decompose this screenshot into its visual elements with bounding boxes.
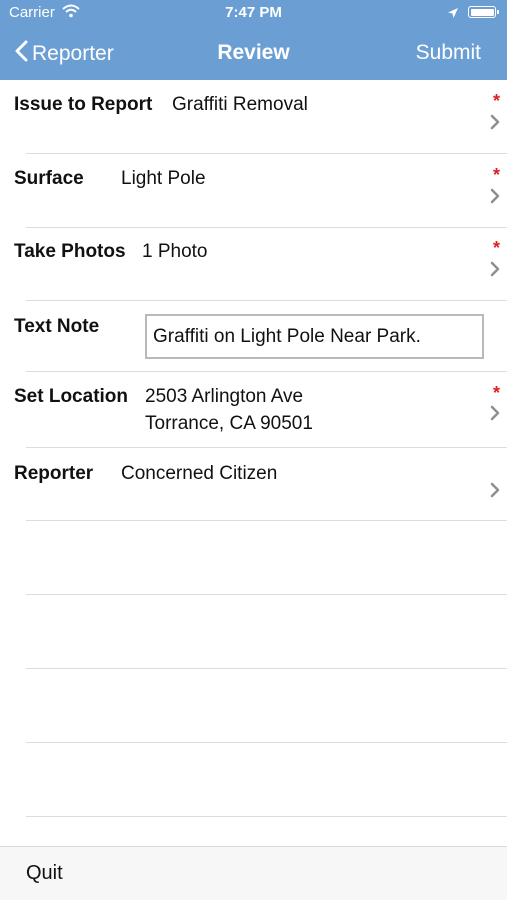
required-marker: * [492, 383, 500, 403]
empty-row-separator [26, 594, 507, 595]
row-value: Concerned Citizen [121, 463, 278, 484]
required-marker: * [492, 91, 500, 111]
row-separator [26, 520, 507, 521]
battery-icon [468, 6, 499, 18]
chevron-right-icon [490, 114, 500, 135]
required-marker: * [492, 238, 500, 258]
row-value: Light Pole [121, 168, 206, 189]
location-address-line2: Torrance, CA 90501 [145, 413, 313, 434]
row-take-photos[interactable]: Take Photos 1 Photo * [0, 228, 507, 300]
nav-bar: Reporter Review Submit [0, 30, 507, 76]
chevron-right-icon [490, 405, 500, 426]
row-issue-to-report[interactable]: Issue to Report Graffiti Removal * [0, 80, 507, 153]
chevron-right-icon [490, 482, 500, 503]
row-value: 1 Photo [142, 241, 208, 262]
navigation-header: Carrier 7:47 PM Reporter Review Submit [0, 0, 507, 80]
bottom-toolbar: Quit [0, 846, 507, 900]
location-arrow-icon [447, 6, 459, 24]
empty-row-separator [26, 668, 507, 669]
submit-button[interactable]: Submit [416, 41, 481, 65]
status-time: 7:47 PM [225, 4, 282, 21]
empty-row-separator [26, 742, 507, 743]
row-label: Take Photos [14, 241, 126, 262]
quit-button[interactable]: Quit [26, 862, 63, 885]
text-note-input[interactable] [145, 314, 484, 359]
empty-row-separator [26, 816, 507, 817]
row-set-location[interactable]: Set Location 2503 Arlington Ave Torrance… [0, 372, 507, 447]
row-label: Text Note [14, 316, 100, 337]
row-reporter[interactable]: Reporter Concerned Citizen [0, 448, 507, 520]
row-label: Issue to Report [14, 94, 153, 115]
status-bar: Carrier 7:47 PM [0, 0, 507, 28]
row-text-note: Text Note [0, 301, 507, 371]
row-surface[interactable]: Surface Light Pole * [0, 154, 507, 227]
chevron-right-icon [490, 188, 500, 209]
required-marker: * [492, 165, 500, 185]
row-label: Reporter [14, 463, 94, 484]
location-address-line1: 2503 Arlington Ave [145, 386, 304, 407]
row-label: Set Location [14, 386, 129, 407]
row-value: Graffiti Removal [172, 94, 308, 115]
chevron-right-icon [490, 261, 500, 282]
row-label: Surface [14, 168, 84, 189]
